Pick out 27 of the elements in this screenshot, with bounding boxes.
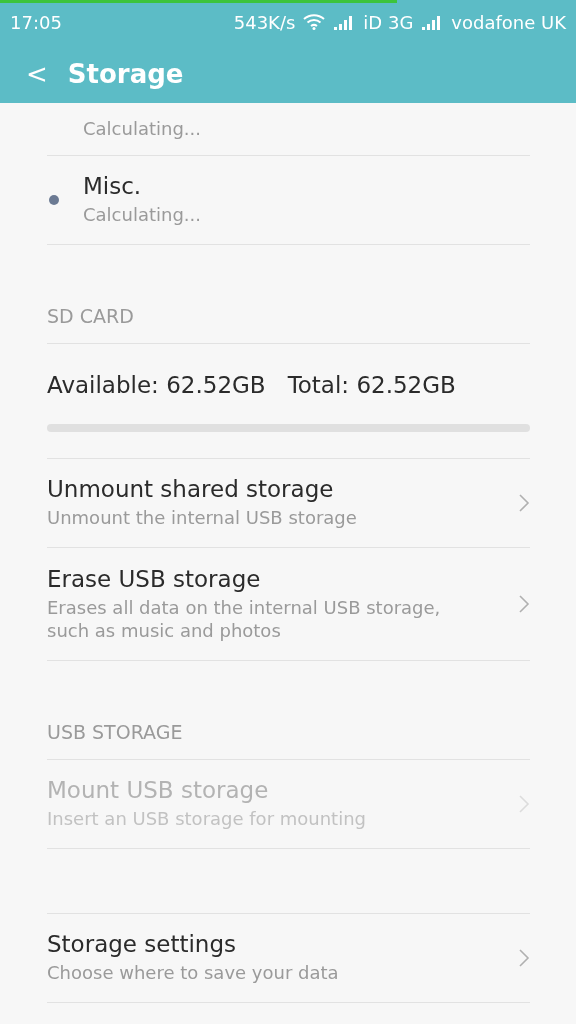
item-subtitle: Erases all data on the internal USB storage, such as music and photos <box>47 595 442 643</box>
item-title: Unmount shared storage <box>47 476 335 503</box>
chevron-icon <box>518 948 530 968</box>
section-heading: USB STORAGE <box>47 661 530 760</box>
section-heading: SD CARD <box>47 245 530 344</box>
available-space: Available: 62.52GB <box>47 372 266 398</box>
item-subtitle: Unmount the internal USB storage <box>47 506 358 530</box>
item-title: Mount USB storage <box>47 777 270 804</box>
item-subtitle: Calculating... <box>83 203 202 227</box>
settings-item[interactable]: Unmount shared storage Unmount the internal USB storage <box>47 459 530 548</box>
status-time: 17:05 <box>10 11 62 33</box>
wifi-icon <box>303 14 326 30</box>
item-subtitle: Calculating... <box>83 117 202 141</box>
settings-item[interactable]: Erase USB storage Erases all data on the internal USB storage, such as music and photos <box>47 548 530 661</box>
settings-item[interactable]: Storage settings Choose where to save your data <box>47 914 530 1003</box>
page-title: Storage <box>67 58 184 89</box>
carrier-name: vodafone UK <box>451 11 566 33</box>
total-space: Total: 62.52GB <box>287 372 456 398</box>
item-title: Erase USB storage <box>47 565 262 592</box>
chevron-icon <box>518 594 530 614</box>
item-title: Storage settings <box>47 931 238 958</box>
network-speed: 543K/s <box>233 11 296 33</box>
item-subtitle: Choose where to save your data <box>47 961 340 985</box>
chevron-icon <box>518 493 530 513</box>
chevron-icon <box>518 794 530 814</box>
network-type: iD 3G <box>363 11 414 33</box>
item-title: Misc. <box>83 173 143 200</box>
